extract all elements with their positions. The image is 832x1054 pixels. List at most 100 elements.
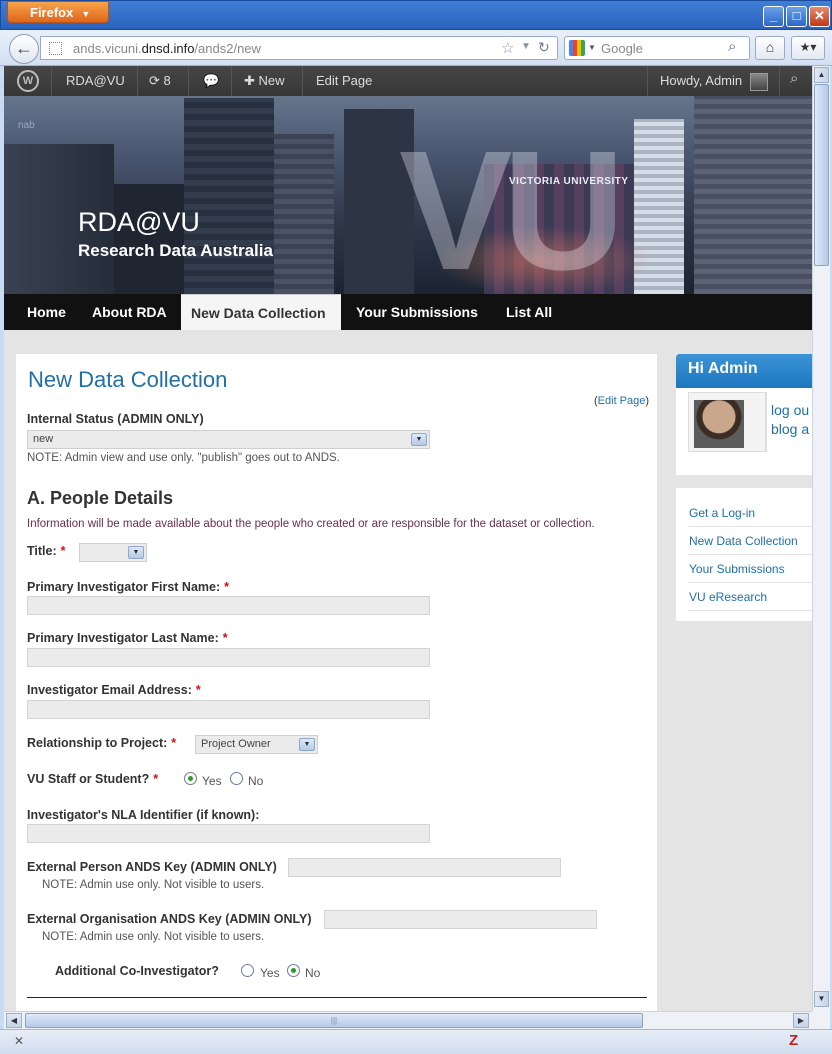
vertical-scroll-thumb[interactable] [814,84,829,266]
scroll-left-icon[interactable]: ◀ [6,1013,22,1028]
close-window-button[interactable]: ✕ [809,6,830,27]
addon-bar: ✕ Z [0,1029,832,1054]
back-button[interactable]: ← [9,34,39,64]
co-investigator-label: Additional Co-Investigator? [55,964,219,978]
search-bar[interactable]: ▼ Google ⌕ [564,36,750,60]
updates-link[interactable]: ⟳ 8 [149,73,171,89]
firefox-menu-button[interactable]: Firefox ▼ [7,1,109,23]
required-mark: * [60,544,66,558]
engine-dropdown-icon[interactable]: ▼ [588,43,596,52]
header-banner: VU VICTORIA UNIVERSITY nab RDA@VU Resear… [4,96,812,294]
vu-letters: VU [399,116,625,294]
staff-no-label[interactable]: No [248,774,263,788]
internal-status-note: NOTE: Admin view and use only. "publish"… [27,452,340,464]
howdy-admin-link[interactable]: Howdy, Admin [660,73,742,88]
first-name-input[interactable] [27,596,430,615]
horizontal-scroll-thumb[interactable]: ||| [25,1013,643,1028]
co-investigator-no-radio[interactable] [287,964,300,977]
site-identity-icon[interactable] [49,42,62,55]
ext-person-input[interactable] [288,858,561,877]
staff-no-radio[interactable] [230,772,243,785]
address-bar[interactable]: ands.vicuni.dnsd.info/ands2/new ☆ ▼ ↻ [40,36,558,60]
search-icon[interactable]: ⌕ [790,70,798,87]
close-icon[interactable]: ✕ [14,1034,24,1048]
new-content-link[interactable]: ✚ New [244,73,285,89]
required-mark: * [222,631,228,645]
sidebar-links-widget: Get a Log-in New Data Collection Your Su… [676,488,812,621]
nla-input[interactable] [27,824,430,843]
admin-avatar[interactable] [750,73,768,91]
chevron-down-icon: ▼ [128,546,144,559]
url-domain: dnsd.info [141,41,195,56]
search-icon[interactable]: ⌕ [728,38,736,55]
page-viewport: W RDA@VU ⟳ 8 💬 ✚ New Edit Page Howdy, Ad… [4,66,812,1011]
window-titlebar: Firefox ▼ _ □ ✕ [0,0,832,30]
co-investigator-yes-label[interactable]: Yes [260,966,280,980]
last-name-input[interactable] [27,648,430,667]
logout-link[interactable]: log ou [771,402,809,418]
internal-status-value: new [33,433,54,445]
sidebar-link-your-submissions[interactable]: Your Submissions [689,562,785,576]
internal-status-select[interactable]: new ▼ [27,430,430,449]
title-label-text: Title: [27,544,57,558]
admin-bar-divider [188,66,189,96]
menu-about-rda[interactable]: About RDA [92,294,167,330]
ext-org-input[interactable] [324,910,597,929]
last-name-label-text: Primary Investigator Last Name: [27,631,219,645]
zotero-icon[interactable]: Z [789,1032,798,1049]
home-button[interactable]: ⌂ [755,36,785,60]
admin-bar-site-name[interactable]: RDA@VU [66,73,125,88]
reload-icon[interactable]: ↻ [538,39,550,56]
comments-icon[interactable]: 💬 [203,73,219,89]
menu-new-data-collection[interactable]: New Data Collection [181,294,341,330]
url-prefix: ands.vicuni. [73,41,142,56]
menu-your-submissions[interactable]: Your Submissions [356,294,478,330]
url-text[interactable]: ands.vicuni.dnsd.info/ands2/new [73,41,261,56]
menu-list-all[interactable]: List All [506,294,552,330]
ext-person-note: NOTE: Admin use only. Not visible to use… [42,879,265,891]
edit-page-link[interactable]: Edit Page [316,73,372,88]
co-investigator-no-label[interactable]: No [305,966,320,980]
google-engine-icon[interactable] [569,40,585,56]
page-title: New Data Collection [28,367,228,392]
nab-sign: nab [18,120,35,131]
minimize-button[interactable]: _ [763,6,784,27]
relationship-select[interactable]: Project Owner ▼ [195,735,318,754]
scroll-up-icon[interactable]: ▲ [814,67,829,83]
sidebar-link-new-data-collection[interactable]: New Data Collection [689,534,798,548]
menu-home[interactable]: Home [27,294,66,330]
wp-admin-bar: W RDA@VU ⟳ 8 💬 ✚ New Edit Page Howdy, Ad… [4,66,812,96]
admin-widget: Hi Admin log ou blog a [676,354,812,475]
sidebar-link-get-login[interactable]: Get a Log-in [689,506,755,520]
scroll-right-icon[interactable]: ▶ [793,1013,809,1028]
victoria-university-sign: VICTORIA UNIVERSITY [509,176,629,187]
main-menu: Home About RDA New Data Collection Your … [4,294,812,330]
admin-avatar [688,392,766,452]
admin-bar-divider [231,66,232,96]
vertical-scrollbar[interactable]: ▲ ▼ [812,66,830,1011]
back-arrow-icon: ← [15,38,33,58]
co-investigator-yes-radio[interactable] [241,964,254,977]
section-description: Information will be made available about… [27,518,595,530]
edit-page-link[interactable]: (Edit Page) [594,395,649,407]
sidebar-link-vu-eresearch[interactable]: VU eResearch [689,590,767,604]
staff-yes-label[interactable]: Yes [202,774,222,788]
bookmark-star-icon[interactable]: ☆ [501,39,514,57]
email-input[interactable] [27,700,430,719]
navigation-toolbar: ← ands.vicuni.dnsd.info/ands2/new ☆ ▼ ↻ … [0,30,832,66]
admin-bar-divider [779,66,780,96]
title-select[interactable]: ▼ [79,543,147,562]
sidebar-divider [688,554,812,555]
blog-admin-link[interactable]: blog a [771,421,809,437]
staff-yes-radio[interactable] [184,772,197,785]
bookmarks-button[interactable]: ★▾ [791,36,825,60]
wordpress-logo-icon[interactable]: W [17,70,39,92]
site-title[interactable]: RDA@VU [78,207,200,238]
horizontal-scrollbar[interactable]: ◀ ||| ▶ [4,1011,812,1029]
history-dropdown-icon[interactable]: ▼ [521,41,531,52]
relationship-value: Project Owner [201,738,271,750]
scroll-down-icon[interactable]: ▼ [814,991,829,1007]
chevron-down-icon: ▼ [299,738,315,751]
banner-building [274,134,334,294]
maximize-button[interactable]: □ [786,6,807,27]
